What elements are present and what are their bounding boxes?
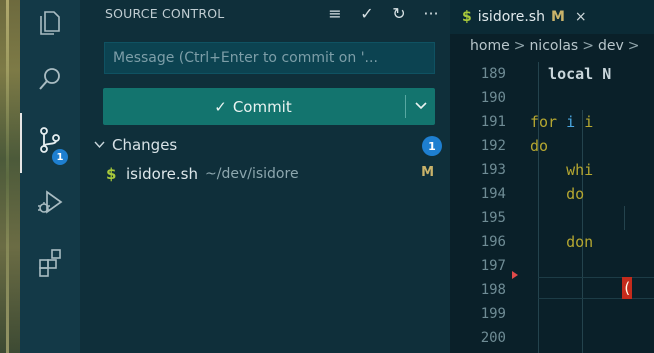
run-debug-button[interactable] xyxy=(20,180,80,228)
line-number: 192 xyxy=(480,138,506,154)
run-debug-icon xyxy=(35,187,65,221)
editor-tab[interactable]: $ isidore.sh M × xyxy=(462,0,587,34)
unmatched-bracket: ( xyxy=(622,277,632,299)
source-control-panel: SOURCE CONTROL ≡ ✓ ↻ ··· Message (Ctrl+E… xyxy=(80,0,450,353)
commit-label: Commit xyxy=(232,97,292,116)
check-icon: ✓ xyxy=(214,97,227,116)
file-status-badge: M xyxy=(421,165,434,180)
files-icon xyxy=(35,7,65,41)
breadcrumb-item[interactable]: dev xyxy=(598,38,624,54)
code-line: don xyxy=(530,233,594,251)
panel-title: SOURCE CONTROL xyxy=(105,6,225,21)
chevron-down-icon xyxy=(94,138,112,152)
changes-label: Changes xyxy=(112,136,178,154)
diff-deleted-marker[interactable] xyxy=(512,271,518,279)
file-name: isidore.sh xyxy=(126,165,199,183)
more-actions-icon[interactable]: ··· xyxy=(422,4,440,23)
commit-dropdown-button[interactable] xyxy=(406,88,435,125)
breadcrumb: home > nicolas > dev > xyxy=(470,38,644,54)
changes-count-badge: 1 xyxy=(422,136,442,156)
line-number: 191 xyxy=(480,114,506,130)
line-number: 189 xyxy=(480,66,506,82)
line-number: 199 xyxy=(480,306,506,322)
view-as-tree-icon[interactable]: ≡ xyxy=(326,4,344,23)
commit-button-group: ✓ Commit xyxy=(103,88,435,125)
code-area[interactable]: local N for i i do whi do don xyxy=(530,62,654,254)
editor-pane: $ isidore.sh M × home > nicolas > dev > 189 1… xyxy=(450,0,654,353)
code-line: do xyxy=(530,137,549,155)
file-path: ~/dev/isidore xyxy=(205,166,299,182)
extensions-icon xyxy=(35,247,65,281)
refresh-icon[interactable]: ↻ xyxy=(390,4,408,23)
search-icon xyxy=(35,64,65,98)
explorer-button[interactable] xyxy=(20,0,80,48)
code-line: for i i xyxy=(530,113,594,131)
code-line: local N xyxy=(530,65,612,83)
line-number: 197 xyxy=(480,258,506,274)
line-number: 193 xyxy=(480,162,506,178)
desktop-wallpaper xyxy=(0,0,20,353)
variable-token: i xyxy=(566,113,576,131)
line-number-gutter: 189 190 191 192 193 194 195 196 197 198 … xyxy=(450,62,520,350)
chevron-down-icon xyxy=(414,99,427,114)
line-number: 200 xyxy=(480,330,506,346)
tab-title: isidore.sh xyxy=(477,9,545,25)
panel-actions: ≡ ✓ ↻ ··· xyxy=(326,4,440,23)
extensions-button[interactable] xyxy=(20,240,80,288)
chevron-right-icon: > xyxy=(627,38,640,54)
changed-file-item[interactable]: $ isidore.sh ~/dev/isidore M xyxy=(106,162,444,186)
search-button[interactable] xyxy=(20,57,80,105)
line-number: 194 xyxy=(480,186,506,202)
changes-group-header[interactable]: Changes 1 xyxy=(94,134,444,156)
commit-button[interactable]: ✓ Commit xyxy=(103,88,403,125)
code-line: whi xyxy=(530,161,594,179)
source-control-badge: 1 xyxy=(52,149,68,165)
code-line: do xyxy=(530,185,585,203)
breadcrumb-item[interactable]: home xyxy=(470,38,510,54)
activity-bar: 1 xyxy=(20,0,80,353)
chevron-right-icon: > xyxy=(582,38,594,54)
line-number: 196 xyxy=(480,234,506,250)
line-number: 195 xyxy=(480,210,506,226)
source-control-button[interactable]: 1 xyxy=(20,118,80,166)
close-icon[interactable]: × xyxy=(575,9,587,25)
breadcrumb-item[interactable]: nicolas xyxy=(529,38,578,54)
current-line-highlight xyxy=(538,277,654,299)
line-number: 190 xyxy=(480,90,506,106)
chevron-right-icon: > xyxy=(513,38,526,54)
tab-modified-badge: M xyxy=(550,9,565,25)
shell-file-icon: $ xyxy=(462,9,472,25)
commit-check-icon[interactable]: ✓ xyxy=(358,4,376,23)
line-number: 198 xyxy=(480,282,506,298)
commit-message-input[interactable]: Message (Ctrl+Enter to commit on '... xyxy=(104,42,435,74)
shell-file-icon: $ xyxy=(106,165,117,183)
editor-tab-bar: $ isidore.sh M × xyxy=(450,0,654,34)
